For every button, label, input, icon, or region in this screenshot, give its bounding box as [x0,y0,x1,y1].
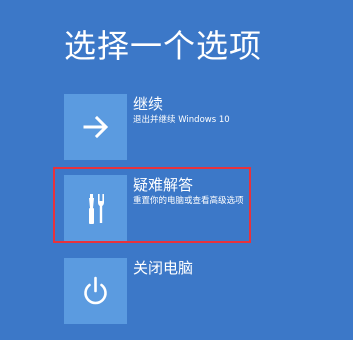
troubleshoot-highlight-box [53,167,251,243]
arrow-right-icon [83,115,109,139]
shutdown-tile[interactable] [64,258,127,324]
page-title: 选择一个选项 [64,27,263,65]
power-icon [84,276,107,305]
continue-description: 退出并继续 Windows 10 [133,115,230,125]
shutdown-label: 关闭电脑 [133,259,194,277]
shutdown-option[interactable]: 关闭电脑 [64,258,334,324]
continue-tile[interactable] [64,94,127,160]
continue-option[interactable]: 继续 退出并继续 Windows 10 [64,94,334,160]
continue-label: 继续 [133,95,164,113]
